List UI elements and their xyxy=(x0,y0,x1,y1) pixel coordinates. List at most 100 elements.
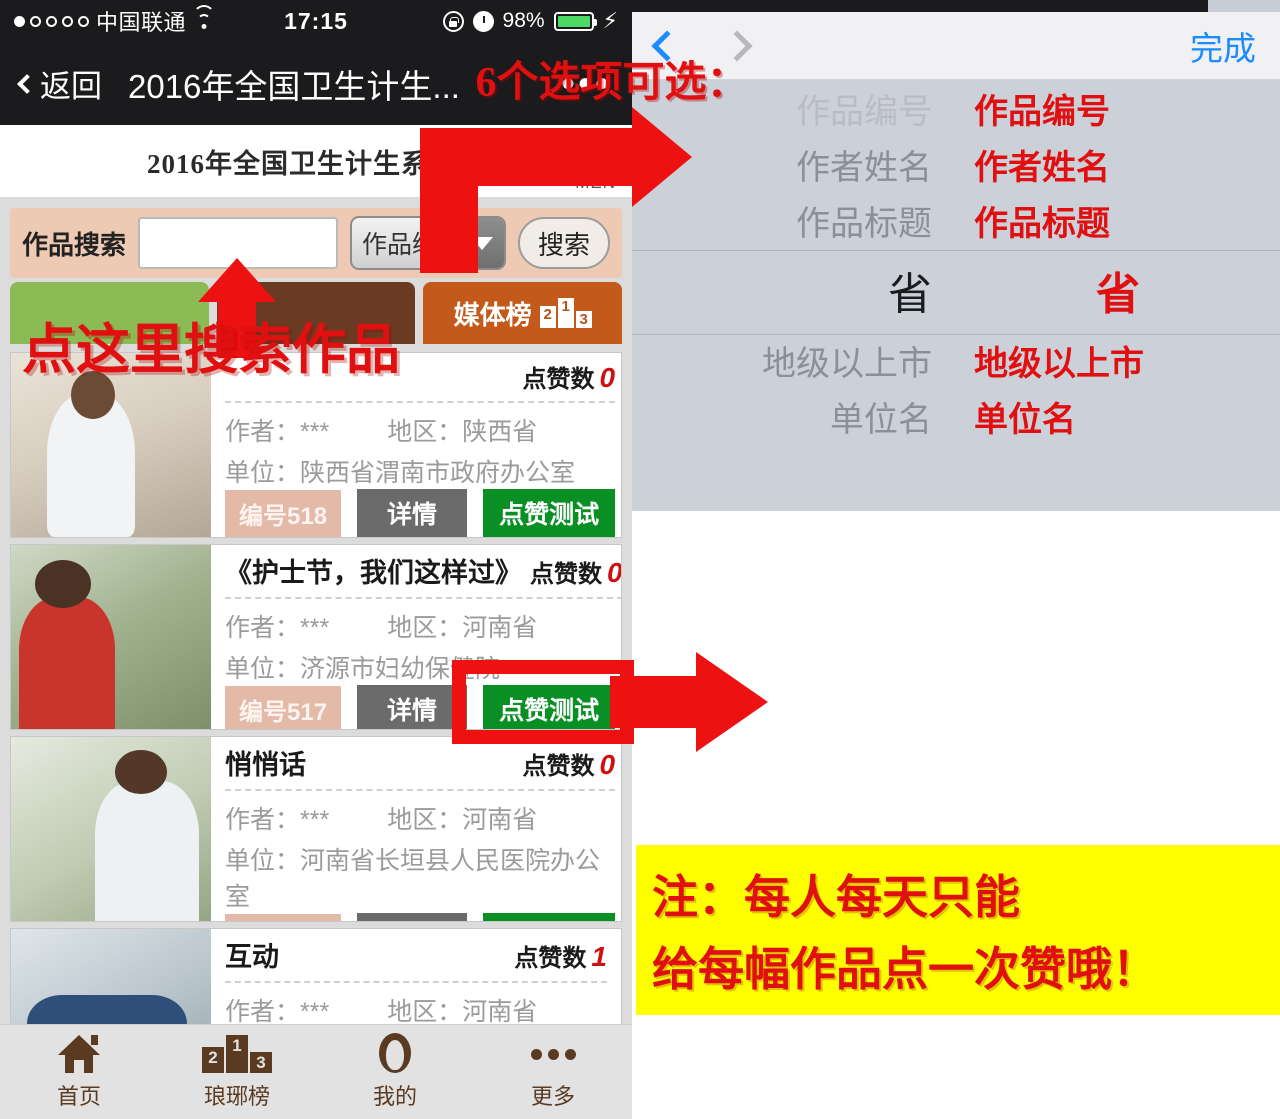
panel-top-strip xyxy=(632,0,1280,12)
annotation-note-line2: 给每幅作品点一次赞哦！ xyxy=(652,944,1158,995)
work-meta: 作者：*** 地区：陕西省 xyxy=(225,412,615,448)
author-label: 作者： xyxy=(225,614,301,642)
picker-option-4[interactable]: 地级以上市 地级以上市 xyxy=(632,332,1280,388)
like-count-label: 点赞数 xyxy=(522,753,595,780)
callout-option-3: 省 xyxy=(1096,270,1140,319)
region-field: 地区：河南省 xyxy=(387,992,537,1024)
tabbar-item-mine[interactable]: 我的 xyxy=(316,1033,474,1111)
tabbar-item-ranking[interactable]: 213 琅琊榜 xyxy=(158,1033,316,1111)
list-item-header: 悄悄话 点赞数 0 xyxy=(225,743,616,791)
list-item[interactable]: 悄悄话 点赞数 0 作者：*** 地区：河南省 单位：河南省长垣县人民医院办公室 … xyxy=(10,736,622,922)
like-count-value: 0 xyxy=(599,362,616,393)
picker-option-5-label: 单位名 xyxy=(830,400,932,439)
callout-option-5: 单位名 xyxy=(974,400,1076,439)
bottom-tab-bar: 首页 213 琅琊榜 我的 更多 xyxy=(0,1024,632,1119)
list-item-actions: 编号516 详情 点赞测试 xyxy=(225,913,616,921)
region-label: 地区： xyxy=(387,806,463,834)
unit-field: 单位：河南省长垣县人民医院办公室 xyxy=(225,841,615,913)
work-thumbnail xyxy=(11,545,211,729)
region-value: 陕西省 xyxy=(462,418,538,446)
done-button[interactable]: 完成 xyxy=(1190,22,1256,70)
detail-button[interactable]: 详情 xyxy=(357,913,468,921)
work-number-badge: 编号517 xyxy=(225,685,342,729)
tabbar-item-ranking-label: 琅琊榜 xyxy=(203,1084,270,1109)
podium-icon: 213 xyxy=(539,298,592,328)
callout-option-4: 地级以上市 xyxy=(974,344,1144,383)
ellipsis-icon xyxy=(530,1033,576,1073)
region-label: 地区： xyxy=(387,614,463,642)
tabbar-item-more-label: 更多 xyxy=(530,1084,575,1109)
picker-option-3-selected[interactable]: 省 省 xyxy=(632,248,1280,332)
picker-option-5[interactable]: 单位名 单位名 xyxy=(632,388,1280,444)
tabbar-item-home[interactable]: 首页 xyxy=(0,1033,158,1111)
region-value: 河南省 xyxy=(462,614,538,642)
list-item[interactable]: 互动 点赞数 1 作者：*** 地区：河南省 xyxy=(10,928,622,1024)
search-label: 作品搜索 xyxy=(22,229,127,260)
like-count: 点赞数 0 xyxy=(523,359,616,394)
annotation-arrow-right-like xyxy=(610,652,770,752)
unit-label: 单位： xyxy=(225,847,301,875)
author-value: *** xyxy=(300,418,330,446)
work-meta: 作者：*** 地区：河南省 xyxy=(225,800,615,836)
detail-button[interactable]: 详情 xyxy=(357,489,468,537)
annotation-note-line1: 注：每人每天只能 xyxy=(652,872,1020,923)
list-item-header: 《护士节，我们这样过》 点赞数 0 xyxy=(225,551,622,599)
picker-option-3-label: 省 xyxy=(888,270,932,319)
like-count-value: 0 xyxy=(607,557,622,588)
like-count-label: 点赞数 xyxy=(514,945,587,972)
search-bar: 作品搜索 作品编号 搜索 xyxy=(10,208,622,278)
like-count: 点赞数 0 xyxy=(530,554,622,589)
picker-option-2[interactable]: 作品标题 作品标题 xyxy=(632,192,1280,248)
annotation-options-title: 6个选项可选： xyxy=(475,60,749,106)
work-thumbnail xyxy=(11,929,211,1024)
unit-value: 陕西省渭南市政府办公室 xyxy=(300,459,576,487)
work-title: 《护士节，我们这样过》 xyxy=(225,558,522,588)
page-title: 2016年全国卫生计生... xyxy=(128,67,460,105)
author-label: 作者： xyxy=(225,418,301,446)
like-count-value: 1 xyxy=(591,941,607,972)
search-button[interactable]: 搜索 xyxy=(517,217,610,269)
back-button[interactable]: 返回 xyxy=(17,61,102,106)
region-value: 河南省 xyxy=(462,998,538,1024)
picker-option-1[interactable]: 作者姓名 作者姓名 xyxy=(632,136,1280,192)
work-title: 互动 xyxy=(225,942,279,972)
author-field: 作者：*** xyxy=(225,992,329,1024)
battery-icon xyxy=(553,11,597,31)
charging-bolt-icon: ⚡ xyxy=(602,8,618,33)
author-value: *** xyxy=(300,998,330,1024)
detail-button[interactable]: 详情 xyxy=(357,685,468,729)
picker-selection-line-bottom xyxy=(632,334,1280,335)
rotation-lock-icon xyxy=(442,10,464,32)
podium-icon: 213 xyxy=(202,1033,272,1073)
work-meta: 作者：*** 地区：河南省 xyxy=(225,992,607,1024)
unit-label: 单位： xyxy=(225,655,301,683)
user-icon xyxy=(379,1033,411,1073)
like-count-label: 点赞数 xyxy=(530,561,602,588)
list-item-actions: 编号518 详情 点赞测试 xyxy=(225,489,616,537)
author-field: 作者：*** xyxy=(225,412,329,448)
work-number-badge: 编号516 xyxy=(225,913,342,921)
tabbar-item-more[interactable]: 更多 xyxy=(474,1033,632,1111)
tabbar-item-mine-label: 我的 xyxy=(372,1084,417,1109)
region-label: 地区： xyxy=(387,418,463,446)
work-title: 悄悄话 xyxy=(225,750,306,780)
list-item-header: 互动 点赞数 1 xyxy=(225,935,607,983)
work-meta: 作者：*** 地区：河南省 xyxy=(225,608,621,644)
home-icon xyxy=(58,1033,100,1073)
unit-field: 单位：陕西省渭南市政府办公室 xyxy=(225,453,615,489)
annotation-highlight-like-button xyxy=(452,660,634,744)
author-value: *** xyxy=(300,614,330,642)
chevron-left-icon xyxy=(17,73,37,94)
battery-percent-label: 98% xyxy=(502,9,545,32)
unit-label: 单位： xyxy=(225,459,301,487)
like-button[interactable]: 点赞测试 xyxy=(483,489,616,537)
back-label: 返回 xyxy=(40,69,102,104)
option-picker[interactable]: 作品编号 作品编号 作者姓名 作者姓名 作品标题 作品标题 省 省 地级以上市 xyxy=(632,80,1280,511)
like-count: 点赞数 0 xyxy=(523,746,616,781)
region-field: 地区：河南省 xyxy=(387,800,537,836)
like-count: 点赞数 1 xyxy=(514,938,607,973)
screenshot-root: 中国联通 17:15 98% ⚡ 返回 2016年全国卫生计生... ••• 2 xyxy=(0,0,1280,1119)
annotation-note-box: 注：每人每天只能 给每幅作品点一次赞哦！ xyxy=(636,845,1280,1015)
tab-media-ranking[interactable]: 媒体榜 213 xyxy=(423,282,623,344)
like-button[interactable]: 点赞测试 xyxy=(483,913,616,921)
